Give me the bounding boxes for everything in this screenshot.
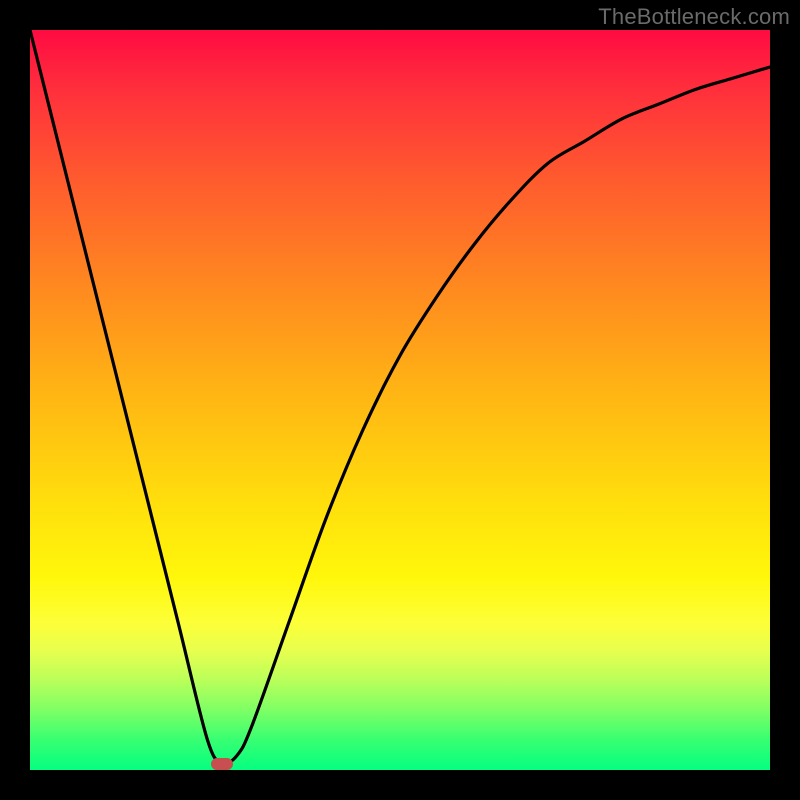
minimum-marker	[211, 758, 233, 770]
attribution-text: TheBottleneck.com	[598, 4, 790, 30]
plot-area	[30, 30, 770, 770]
bottleneck-curve	[30, 30, 770, 770]
curve-path	[30, 30, 770, 763]
chart-frame: TheBottleneck.com	[0, 0, 800, 800]
